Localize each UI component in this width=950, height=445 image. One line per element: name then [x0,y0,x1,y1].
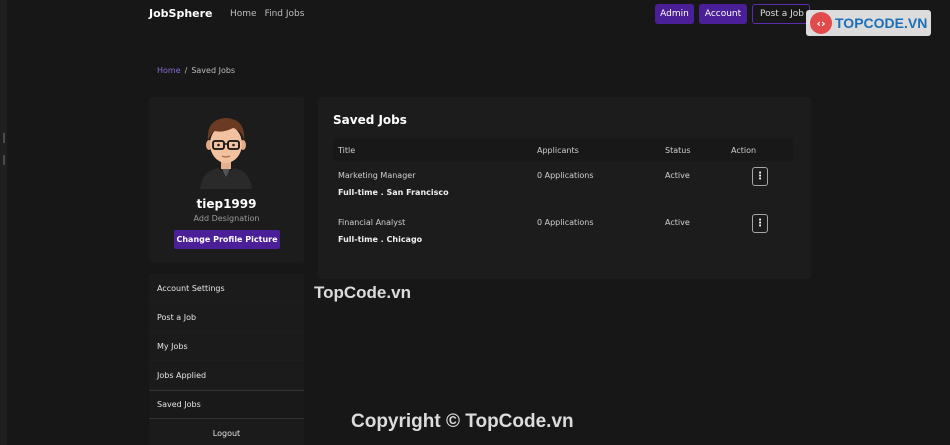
page-title: Saved Jobs [333,113,407,127]
avatar [200,118,252,189]
admin-button[interactable]: Admin [655,4,694,24]
watermark-text: TopCode.vn [314,283,411,302]
post-job-button[interactable]: Post a Job [752,4,810,24]
table-row: Financial Analyst Full-time . Chicago 0 … [333,210,793,254]
profile-card: tiep1999 Add Designation Change Profile … [149,97,304,262]
profile-username: tiep1999 [196,197,257,211]
side-menu-logout[interactable]: Logout [149,419,304,445]
watermark-logo-text: TOPCODE.VN [835,15,928,31]
column-title: Title [338,146,356,155]
row-actions-button[interactable]: ⋮ [752,167,768,186]
job-title[interactable]: Marketing Manager [338,171,415,180]
edge-marker [3,133,5,143]
code-icon: ‹› [810,12,832,34]
watermark-copyright: Copyright © TopCode.vn [351,411,574,432]
breadcrumb-home[interactable]: Home [157,66,181,75]
nav-link-home[interactable]: Home [230,9,257,19]
breadcrumb-separator: / [184,66,188,75]
nav-link-find-jobs[interactable]: Find Jobs [265,9,305,19]
row-actions-button[interactable]: ⋮ [752,214,768,233]
account-button[interactable]: Account [699,4,747,24]
more-vertical-icon: ⋮ [755,171,765,182]
job-meta: Full-time . San Francisco [338,188,449,197]
side-menu-saved-jobs[interactable]: Saved Jobs [149,390,304,419]
column-action: Action [731,146,757,155]
breadcrumb-current: Saved Jobs [191,66,236,75]
table-header: Title Applicants Status Action [333,139,793,161]
job-meta: Full-time . Chicago [338,235,423,244]
side-menu-post-job[interactable]: Post a Job [149,303,304,332]
brand-logo[interactable]: JobSphere [149,7,213,20]
column-applicants: Applicants [537,146,579,155]
side-menu-my-jobs[interactable]: My Jobs [149,332,304,361]
watermark-logo: ‹› TOPCODE.VN [806,10,932,36]
left-window-edge [0,0,7,445]
job-status: Active [665,218,690,227]
more-vertical-icon: ⋮ [755,218,765,229]
column-status: Status [665,146,691,155]
side-menu-jobs-applied[interactable]: Jobs Applied [149,361,304,390]
nav-links: Home Find Jobs [230,9,304,19]
side-menu-account-settings[interactable]: Account Settings [149,274,304,303]
saved-jobs-panel: Saved Jobs Title Applicants Status Actio… [318,97,811,279]
job-title[interactable]: Financial Analyst [338,218,405,227]
job-status: Active [665,171,690,180]
table-row: Marketing Manager Full-time . San Franci… [333,163,793,207]
side-menu: Account Settings Post a Job My Jobs Jobs… [149,274,304,445]
edge-marker [3,155,5,165]
job-applicants: 0 Applications [537,218,594,227]
breadcrumb: Home / Saved Jobs [157,66,235,75]
change-profile-picture-button[interactable]: Change Profile Picture [174,230,280,249]
job-applicants: 0 Applications [537,171,594,180]
profile-designation: Add Designation [193,214,260,223]
